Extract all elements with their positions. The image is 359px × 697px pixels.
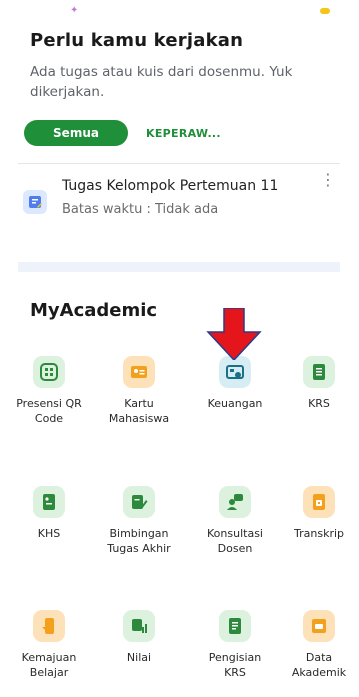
menu-label: Pengisian xyxy=(208,651,262,664)
menu-label: Nilai xyxy=(126,651,152,664)
menu-label: Mahasiswa xyxy=(108,412,170,425)
menu-label: Akademik xyxy=(291,666,347,679)
menu-item-bimbingan-tugas-akhir[interactable]: Bimbingan Tugas Akhir xyxy=(96,486,182,556)
menu-label: KRS xyxy=(308,397,330,410)
annotation-arrow-icon xyxy=(206,308,262,360)
menu-item-pengisian-krs[interactable]: Pengisian KRS xyxy=(192,610,278,680)
menu-item-konsultasi-dosen[interactable]: Konsultasi Dosen xyxy=(192,486,278,556)
menu-label: Belajar xyxy=(29,666,69,679)
task-deadline: Batas waktu : Tidak ada xyxy=(62,202,219,217)
chat-user-icon xyxy=(219,486,251,518)
document-list-icon xyxy=(303,356,335,388)
menu-item-nilai[interactable]: Nilai xyxy=(96,610,182,665)
menu-label: Data xyxy=(305,651,333,664)
menu-item-presensi-qr[interactable]: Presensi QR Code xyxy=(6,356,92,426)
menu-label: Transkrip xyxy=(294,527,344,540)
menu-item-data-akademik[interactable]: Data Akademik xyxy=(276,610,359,680)
progress-phone-icon xyxy=(33,610,65,642)
menu-label: Kartu xyxy=(124,397,154,410)
menu-label: Konsultasi xyxy=(207,527,263,540)
menu-label: Code xyxy=(34,412,64,425)
book-pen-icon xyxy=(123,486,155,518)
decor-icon: ✦ xyxy=(70,5,79,16)
menu-label: Presensi QR xyxy=(16,397,82,410)
myacademic-title: MyAcademic xyxy=(30,300,158,321)
menu-label: Bimbingan xyxy=(109,527,169,540)
section-description: Ada tugas atau kuis dari dosenmu. Yuk di… xyxy=(30,64,293,100)
qr-scan-icon xyxy=(33,356,65,388)
menu-item-keuangan[interactable]: Keuangan xyxy=(192,356,278,411)
menu-item-transkrip[interactable]: Transkrip xyxy=(276,486,359,541)
menu-label: Keuangan xyxy=(207,397,263,410)
menu-label: KRS xyxy=(224,666,246,679)
more-options-icon[interactable]: ⋮ xyxy=(320,172,336,198)
notification-dot-icon xyxy=(320,8,330,14)
finance-icon xyxy=(219,356,251,388)
task-title: Tugas Kelompok Pertemuan 11 xyxy=(62,178,279,194)
form-fill-icon xyxy=(219,610,251,642)
report-card-icon xyxy=(33,486,65,518)
section-title: Perlu kamu kerjakan xyxy=(30,30,244,51)
divider xyxy=(18,163,340,164)
task-item[interactable]: Tugas Kelompok Pertemuan 11 Batas waktu … xyxy=(18,170,340,230)
folder-data-icon xyxy=(303,610,335,642)
menu-label: KHS xyxy=(37,527,61,540)
menu-item-kemajuan-belajar[interactable]: Kemajuan Belajar xyxy=(6,610,92,680)
section-separator xyxy=(18,262,340,272)
filter-chip-semua[interactable]: Semua xyxy=(24,120,128,146)
top-decor: ✦ xyxy=(0,0,359,22)
id-card-icon xyxy=(123,356,155,388)
menu-item-khs[interactable]: KHS xyxy=(6,486,92,541)
grade-chart-icon xyxy=(123,610,155,642)
filter-row: Semua KEPERAW... xyxy=(24,120,221,146)
notebook-icon xyxy=(23,190,47,214)
transcript-icon xyxy=(303,486,335,518)
menu-label: Kemajuan xyxy=(21,651,77,664)
menu-item-krs[interactable]: KRS xyxy=(276,356,359,411)
menu-label: Dosen xyxy=(217,542,253,555)
menu-item-kartu-mahasiswa[interactable]: Kartu Mahasiswa xyxy=(96,356,182,426)
filter-chip-keperawatan[interactable]: KEPERAW... xyxy=(146,127,221,140)
menu-label: Tugas Akhir xyxy=(107,542,171,555)
